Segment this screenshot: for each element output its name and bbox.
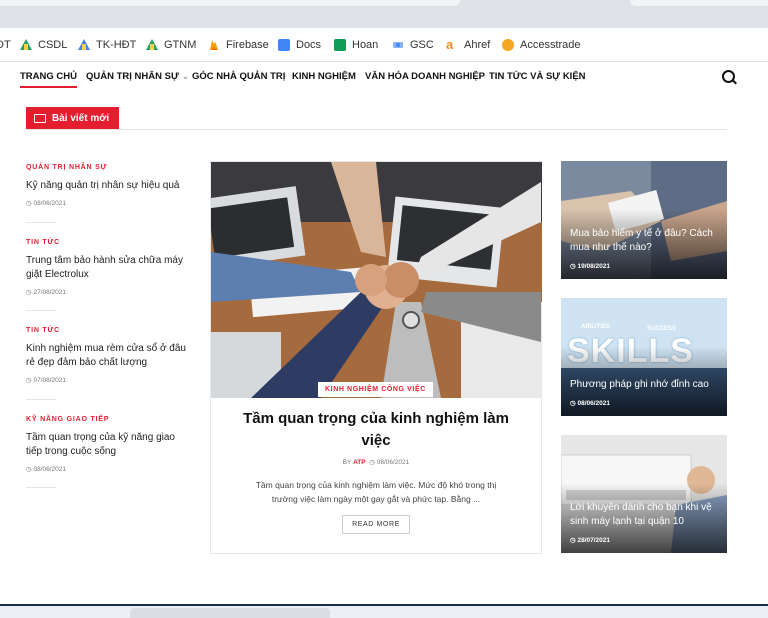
- bookmark-label: Ahref: [464, 39, 491, 51]
- read-more-button[interactable]: READ MORE: [342, 515, 410, 534]
- featured-excerpt: Tầm quan trọng của kinh nghiệm làm việc.…: [255, 480, 497, 504]
- list-item: TIN TỨC Trung tâm bảo hành sửa chữa máy …: [26, 239, 191, 296]
- google-drive-icon: [146, 39, 158, 51]
- post-date-value: 07/08/2021: [33, 377, 67, 384]
- side-post-card[interactable]: Lời khuyên dành cho bạn khi vệ sinh máy …: [561, 435, 727, 553]
- nav-van-hoa-doanh-nghiep[interactable]: VĂN HÓA DOANH NGHIỆP: [365, 71, 485, 82]
- post-title[interactable]: Kỹ năng quản trị nhân sự hiệu quả: [26, 179, 191, 193]
- bookmark-ahref[interactable]: a Ahref: [446, 37, 490, 53]
- divider: [26, 222, 56, 223]
- chevron-down-icon: ⌄: [181, 71, 190, 82]
- nav-label: QUẢN TRỊ NHÂN SỰ: [86, 71, 179, 82]
- nav-goc-nha-quan-tri[interactable]: GÓC NHÀ QUẢN TRỊ: [192, 71, 285, 82]
- side-post-card[interactable]: Mua bảo hiểm y tế ở đâu? Cách mua như th…: [561, 161, 727, 279]
- bookmark-hoan[interactable]: Hoan: [334, 37, 378, 53]
- bookmark-label: Docs: [296, 39, 322, 51]
- search-icon[interactable]: [722, 70, 735, 83]
- bookmark-label: Accesstrade: [520, 39, 581, 51]
- section-heading: Bài viết mới: [26, 107, 120, 129]
- post-date: ◷ 07/08/2021: [26, 377, 67, 384]
- divider: [26, 487, 56, 488]
- featured-meta: BY ATP ◷ 08/06/2021: [342, 459, 410, 466]
- bookmark-firebase[interactable]: Firebase: [208, 37, 269, 53]
- bookmarks-bar: ĐT CSDL TK-HĐT GTNM Firebase Docs Hoan G…: [0, 28, 768, 62]
- featured-category[interactable]: KINH NGHIỆM CÔNG VIỆC: [318, 382, 433, 397]
- side-post-title[interactable]: Lời khuyên dành cho bạn khi vệ sinh máy …: [570, 501, 721, 529]
- side-post-date: ◷ 28/07/2021: [570, 537, 611, 544]
- post-category[interactable]: TIN TỨC: [26, 239, 191, 246]
- bookmark-csdl[interactable]: CSDL: [20, 37, 67, 53]
- ahrefs-icon: a: [446, 37, 454, 52]
- post-date-value: 27/08/2021: [33, 289, 67, 296]
- docs-icon: [278, 39, 290, 51]
- search-console-icon: [392, 39, 404, 51]
- featured-image[interactable]: [211, 162, 542, 398]
- bookmark-docs[interactable]: Docs: [278, 37, 321, 53]
- newspaper-icon: [34, 113, 46, 123]
- list-item: TIN TỨC Kinh nghiệm mua rèm cửa sổ ở đâu…: [26, 327, 191, 384]
- side-post-date-value: 19/08/2021: [577, 263, 611, 270]
- bookmark-label: GSC: [410, 39, 434, 51]
- side-post-date: ◷ 08/06/2021: [570, 400, 611, 407]
- post-category[interactable]: TIN TỨC: [26, 327, 191, 334]
- list-item: QUẢN TRỊ NHÂN SỰ Kỹ năng quản trị nhân s…: [26, 164, 191, 207]
- divider: [26, 399, 56, 400]
- firebase-icon: [208, 39, 220, 51]
- by-label: BY: [342, 459, 352, 466]
- post-title[interactable]: Kinh nghiệm mua rèm cửa sổ ở đâu rẻ đẹp …: [26, 342, 191, 370]
- section-title: Bài viết mới: [52, 112, 110, 124]
- side-post-date-value: 28/07/2021: [577, 537, 611, 544]
- bookmark-label: TK-HĐT: [96, 39, 137, 51]
- side-post-date-value: 08/06/2021: [577, 400, 611, 407]
- side-post-date: ◷ 19/08/2021: [570, 263, 611, 270]
- post-title[interactable]: Trung tâm bảo hành sửa chữa máy giặt Ele…: [26, 254, 191, 282]
- bookmark-label: ĐT: [0, 39, 11, 51]
- featured-date: 08/06/2021: [376, 459, 410, 466]
- post-date: ◷ 08/06/2021: [26, 200, 67, 207]
- post-category[interactable]: QUẢN TRỊ NHÂN SỰ: [26, 164, 191, 171]
- post-date-value: 08/06/2021: [33, 200, 67, 207]
- browser-tab-strip: [0, 0, 768, 28]
- bookmark-tk-hdt[interactable]: TK-HĐT: [78, 37, 136, 53]
- bookmark-label: GTNM: [164, 39, 197, 51]
- tab-shape: [0, 0, 460, 6]
- google-drive-icon: [78, 39, 90, 51]
- bookmark-gtnm[interactable]: GTNM: [146, 37, 196, 53]
- featured-title[interactable]: Tầm quan trọng của kinh nghiệm làm việc: [236, 408, 516, 452]
- accesstrade-icon: [502, 39, 514, 51]
- bookmark-dt[interactable]: ĐT: [0, 37, 11, 53]
- bookmark-label: CSDL: [38, 39, 68, 51]
- post-date-value: 08/06/2021: [33, 466, 67, 473]
- bookmark-accesstrade[interactable]: Accesstrade: [502, 37, 581, 53]
- sheets-icon: [334, 39, 346, 51]
- post-category[interactable]: KỸ NĂNG GIAO TIẾP: [26, 416, 191, 423]
- list-item: KỸ NĂNG GIAO TIẾP Tầm quan trọng của kỹ …: [26, 416, 191, 473]
- nav-quan-tri-nhan-su[interactable]: QUẢN TRỊ NHÂN SỰ ⌄: [86, 71, 189, 82]
- post-date: ◷ 08/06/2021: [26, 466, 67, 473]
- google-drive-icon: [20, 39, 32, 51]
- side-post-title[interactable]: Phương pháp ghi nhớ đỉnh cao: [570, 378, 721, 392]
- tab-shape-right: [630, 0, 768, 6]
- taskbar-item[interactable]: [130, 608, 330, 618]
- nav-tin-tuc-va-su-kien[interactable]: TIN TỨC VÀ SỰ KIỆN: [489, 71, 586, 82]
- divider: [26, 310, 56, 311]
- side-post-title[interactable]: Mua bảo hiểm y tế ở đâu? Cách mua như th…: [570, 227, 721, 255]
- main-nav: TRANG CHỦ QUẢN TRỊ NHÂN SỰ ⌄ GÓC NHÀ QUẢ…: [0, 62, 768, 90]
- nav-kinh-nghiem[interactable]: KINH NGHIỆM: [292, 71, 356, 82]
- section-divider: [26, 129, 727, 130]
- nav-trang-chu[interactable]: TRANG CHỦ: [20, 71, 77, 88]
- post-title[interactable]: Tầm quan trọng của kỹ năng giao tiếp tro…: [26, 431, 191, 459]
- image-tag: ABILITIES: [581, 324, 611, 330]
- featured-author[interactable]: ATP: [353, 459, 366, 466]
- bookmark-gsc[interactable]: GSC: [392, 37, 434, 53]
- post-date: ◷ 27/08/2021: [26, 289, 67, 296]
- bookmark-label: Firebase: [226, 39, 269, 51]
- side-post-card[interactable]: ABILITIES SUCCESS SKILLS Phương pháp ghi…: [561, 298, 727, 416]
- bookmark-label: Hoan: [352, 39, 379, 51]
